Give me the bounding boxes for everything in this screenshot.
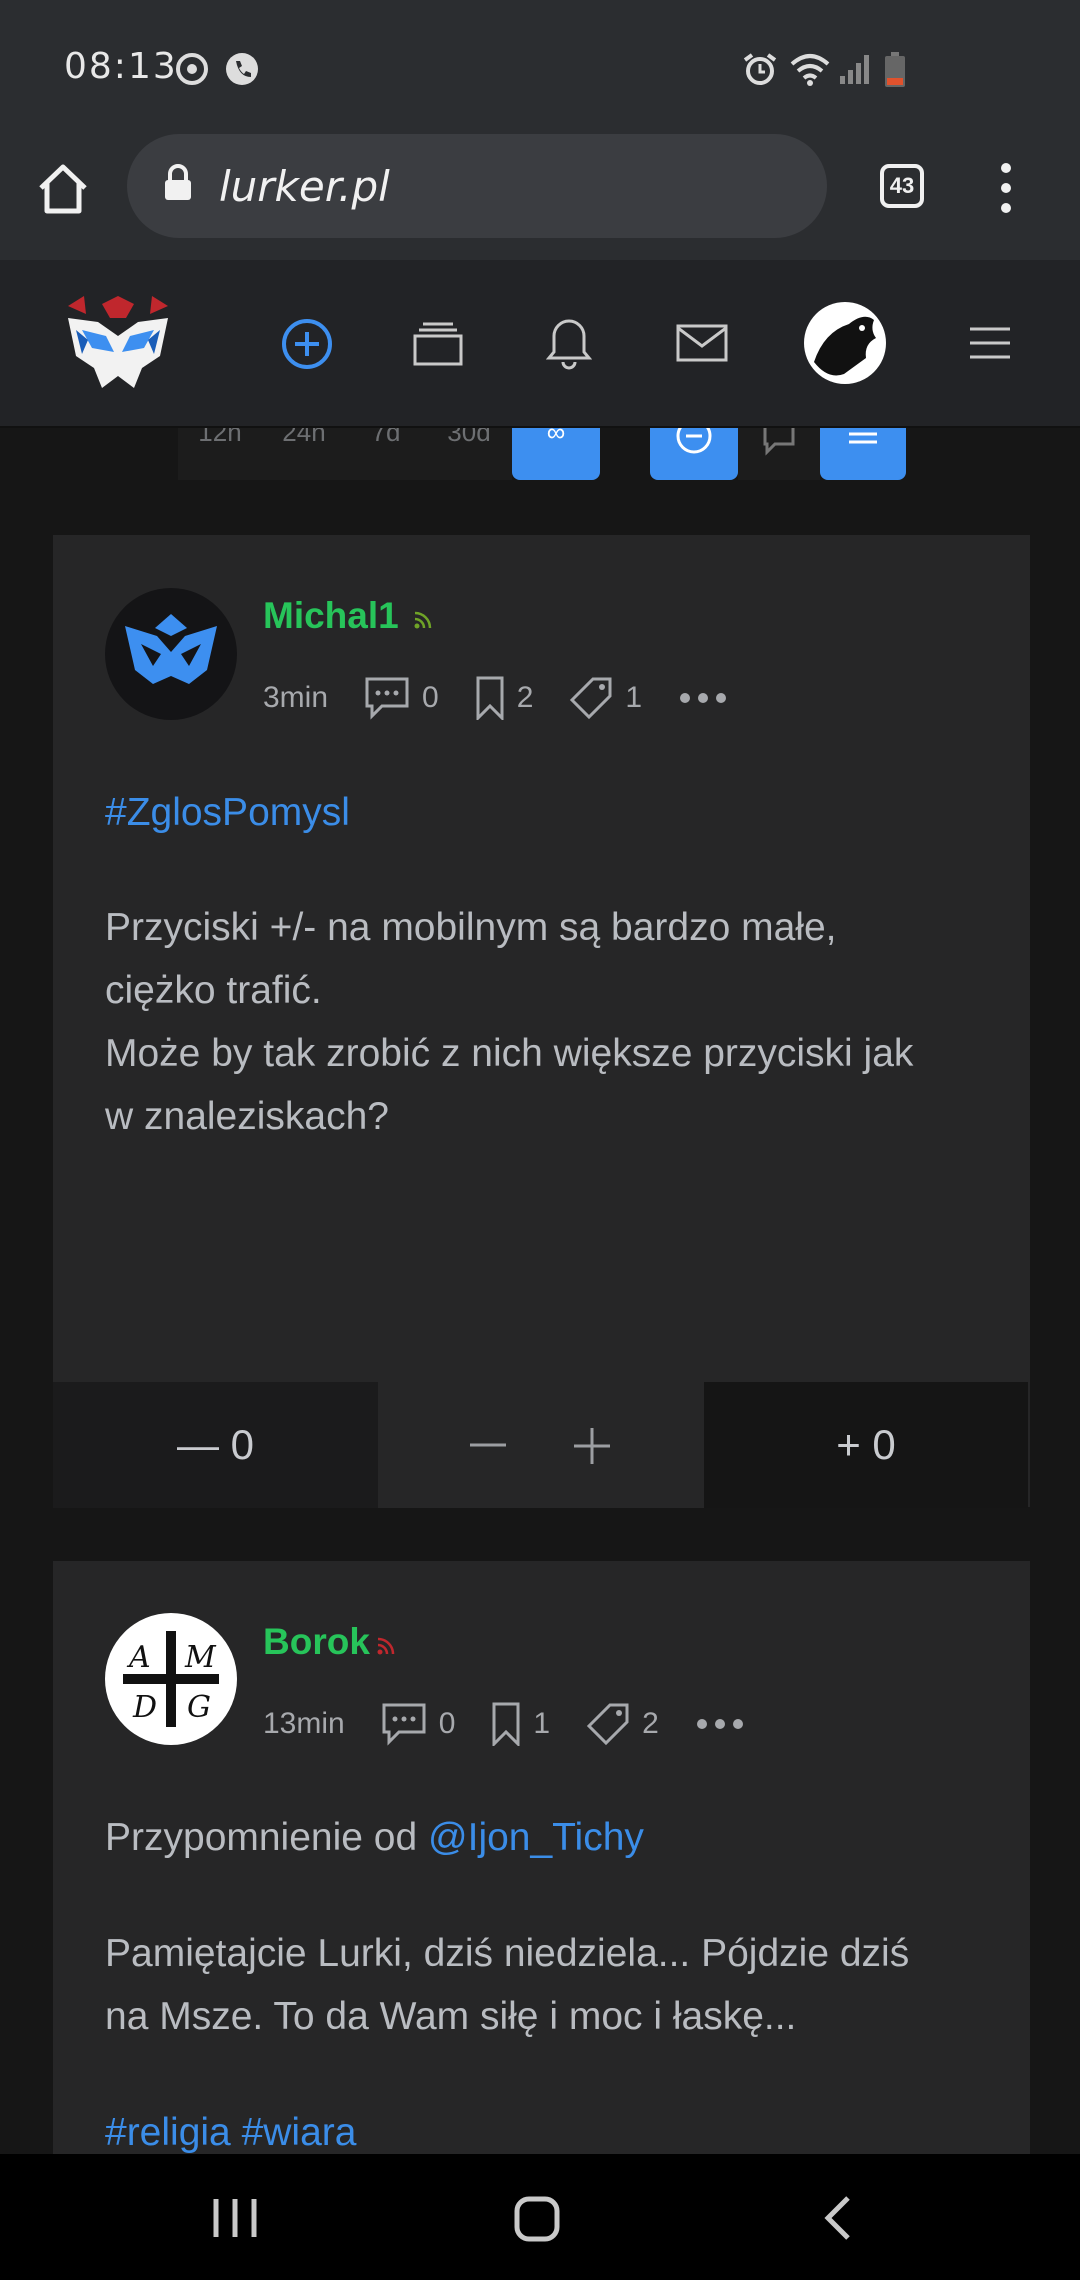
plus-vote-count: + 0 <box>704 1382 1028 1508</box>
filter-12h[interactable]: 12h <box>178 428 262 480</box>
address-bar[interactable]: lurker.pl <box>127 134 827 238</box>
post-card: Michal1 3min 0 2 1 #ZglosPomysl Przycisk… <box>53 535 1030 1508</box>
post-username[interactable]: Michal1 <box>263 595 399 637</box>
comments-button[interactable]: 0 <box>364 676 439 720</box>
home-button-icon[interactable] <box>514 2196 560 2242</box>
status-bar: 08:13 <box>0 0 1080 130</box>
alarm-icon <box>743 53 777 85</box>
bell-icon[interactable] <box>546 316 592 370</box>
post-text-line: ciężko trafić. <box>105 969 322 1012</box>
browser-toolbar: lurker.pl 43 <box>0 130 1080 260</box>
tag-button[interactable]: 1 <box>569 676 642 720</box>
battery-icon <box>885 52 905 87</box>
bookmark-button[interactable]: 1 <box>491 1702 550 1746</box>
vote-buttons <box>378 1382 704 1508</box>
post-author-avatar[interactable] <box>105 588 237 720</box>
tag-button[interactable]: 2 <box>586 1702 659 1746</box>
user-avatar[interactable] <box>804 302 886 384</box>
filter-7d[interactable]: 7d <box>346 428 426 480</box>
post-text-line: Pamiętajcie Lurki, dziś niedziela... Pój… <box>105 1932 910 1975</box>
post-meta: 13min 0 1 2 <box>263 1699 793 1749</box>
tabs-count-button[interactable]: 43 <box>880 164 924 208</box>
post-author-avatar[interactable]: A M D G <box>105 1613 237 1745</box>
phone-call-icon <box>226 53 258 85</box>
svg-text:D: D <box>132 1690 157 1725</box>
more-horiz-icon <box>680 693 727 703</box>
more-vert-icon[interactable] <box>994 160 1018 216</box>
downvote-button[interactable] <box>468 1432 508 1458</box>
post-author-avatar-image: A M D G <box>123 1631 219 1727</box>
post-body: Przypomnienie od @Ijon_Tichy Pamiętajcie… <box>105 1806 1005 2164</box>
comments-view-button[interactable] <box>738 428 820 480</box>
signal-icon <box>840 55 869 84</box>
post-body: #ZglosPomysl Przyciski +/- na mobilnym s… <box>105 781 1005 1148</box>
post-time: 3min <box>263 681 329 714</box>
lock-icon <box>165 164 191 200</box>
filter-30d[interactable]: 30d <box>426 428 512 480</box>
bookmark-button[interactable]: 2 <box>475 676 533 720</box>
wifi-icon <box>790 54 830 86</box>
home-icon[interactable] <box>36 162 90 216</box>
upvote-button[interactable] <box>572 1426 612 1466</box>
filter-circle-icon <box>676 428 712 454</box>
comments-view-icon <box>763 428 795 456</box>
user-avatar-image <box>814 316 876 376</box>
comment-icon <box>382 1703 426 1746</box>
filter-24h[interactable]: 24h <box>262 428 346 480</box>
bookmark-icon <box>492 1702 520 1746</box>
system-nav-bar <box>0 2154 1080 2280</box>
post-username[interactable]: Borok <box>263 1621 370 1663</box>
vote-bar: — 0 + 0 <box>53 1382 1030 1508</box>
sync-icon <box>176 53 208 85</box>
rss-icon <box>414 611 432 629</box>
site-logo[interactable] <box>62 296 174 392</box>
filter-strip: 12h 24h 7d 30d ∞ <box>0 428 1080 482</box>
post-card: A M D G Borok 13min 0 1 2 Przypomnienie … <box>53 1561 1030 2154</box>
svg-text:A: A <box>126 1640 151 1675</box>
rss-icon <box>377 1637 395 1655</box>
tag-icon <box>586 1703 629 1746</box>
layers-icon[interactable] <box>412 320 464 368</box>
post-meta: 3min 0 2 1 <box>263 673 776 723</box>
more-options-button[interactable] <box>695 1717 757 1731</box>
post-text-line: Przypomnienie od @Ijon_Tichy <box>105 1816 644 1859</box>
status-time: 08:13 <box>64 46 178 87</box>
bookmark-icon <box>476 676 504 720</box>
post-author-avatar-image <box>125 614 217 684</box>
more-options-button[interactable] <box>678 691 740 705</box>
list-view-button[interactable] <box>820 428 906 480</box>
url-text: lurker.pl <box>219 162 390 211</box>
comment-icon <box>365 677 409 720</box>
post-text-line: w znaleziskach? <box>105 1095 389 1138</box>
tag-icon <box>570 677 612 720</box>
more-horiz-icon <box>696 1719 743 1729</box>
post-text-line: Może by tak zrobić z nich większe przyci… <box>105 1032 914 1075</box>
view-filter-button[interactable] <box>650 428 738 480</box>
hamburger-menu-icon[interactable] <box>968 326 1012 360</box>
svg-text:G: G <box>187 1690 211 1725</box>
list-view-icon <box>849 432 877 444</box>
add-post-icon[interactable] <box>280 317 334 371</box>
svg-text:M: M <box>184 1640 217 1675</box>
back-icon[interactable] <box>822 2194 852 2242</box>
post-text-line: Przyciski +/- na mobilnym są bardzo małe… <box>105 906 837 949</box>
minus-vote-count: — 0 <box>53 1382 378 1508</box>
user-mention-link[interactable]: @Ijon_Tichy <box>428 1816 644 1859</box>
recent-apps-icon[interactable] <box>212 2197 258 2239</box>
mail-icon[interactable] <box>676 324 728 362</box>
post-time: 13min <box>263 1707 345 1740</box>
post-text-line: na Msze. To da Wam siłę i moc i łaskę... <box>105 1995 797 2038</box>
site-header <box>0 260 1080 428</box>
comments-button[interactable]: 0 <box>381 1702 455 1746</box>
filter-all[interactable]: ∞ <box>512 428 600 480</box>
hashtag-link[interactable]: #ZglosPomysl <box>105 781 1005 844</box>
